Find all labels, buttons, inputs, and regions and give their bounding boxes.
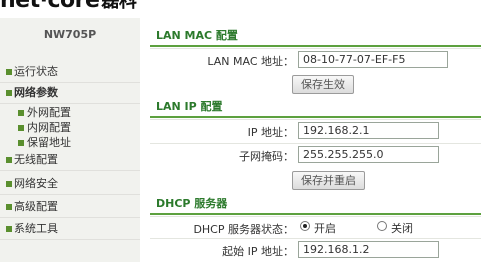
row-dhcp-status: DHCP 服务器状态： 开启 关闭 xyxy=(150,216,481,238)
sidebar-subitem-reserved[interactable]: 保留地址 xyxy=(18,136,71,150)
row-start-ip: 起始 IP 地址： 192.168.1.2 xyxy=(150,238,481,260)
grid-icon xyxy=(6,69,12,75)
model-name: NW705P xyxy=(43,28,97,41)
lan-mac-input[interactable]: 08-10-77-07-EF-F5 xyxy=(298,51,448,68)
dhcp-off-label: 关闭 xyxy=(391,222,413,235)
save-restart-button[interactable]: 保存并重启 xyxy=(292,171,365,190)
sidebar-item-label: 高级配置 xyxy=(14,200,58,213)
sidebar-item-label: 网络安全 xyxy=(14,177,58,190)
sidebar: NW705P 运行状态 网络参数 外网配置 内网配置 保留地址 无线配置 网络安… xyxy=(0,18,140,262)
sidebar-item-run-status[interactable]: 运行状态 xyxy=(0,62,140,83)
square-icon xyxy=(18,110,24,116)
save-apply-button[interactable]: 保存生效 xyxy=(292,75,354,94)
sidebar-item-label: 网络参数 xyxy=(14,86,58,99)
grid-icon xyxy=(6,181,12,187)
sidebar-subitem-label: 保留地址 xyxy=(27,136,71,149)
dhcp-on-radio[interactable] xyxy=(300,221,310,231)
sidebar-subitem-label: 外网配置 xyxy=(27,106,71,119)
square-icon xyxy=(18,125,24,131)
sidebar-item-label: 运行状态 xyxy=(14,65,58,78)
row-lan-mac: LAN MAC 地址： 08-10-77-07-EF-F5 xyxy=(150,48,481,70)
grid-icon xyxy=(6,204,12,210)
start-ip-label: 起始 IP 地址： xyxy=(222,245,294,258)
dhcp-status-label: DHCP 服务器状态： xyxy=(193,223,294,236)
section-divider xyxy=(150,213,481,215)
section-title-lan-mac: LAN MAC 配置 xyxy=(156,29,238,42)
dhcp-on-label: 开启 xyxy=(314,222,336,235)
sidebar-item-label: 系统工具 xyxy=(14,222,58,235)
grid-icon xyxy=(6,226,12,232)
sidebar-item-advanced[interactable]: 高级配置 xyxy=(0,197,140,218)
sidebar-item-label: 无线配置 xyxy=(14,153,58,166)
lan-mac-label: LAN MAC 地址： xyxy=(207,55,294,68)
brand-name: net·core xyxy=(0,0,100,13)
brand-name-cn: 磊科 xyxy=(101,0,137,12)
dhcp-off-radio[interactable] xyxy=(377,221,387,231)
section-title-dhcp: DHCP 服务器 xyxy=(156,197,228,210)
sidebar-item-network-params[interactable]: 网络参数 xyxy=(0,83,140,104)
start-ip-input[interactable]: 192.168.1.2 xyxy=(298,241,439,258)
sidebar-item-security[interactable]: 网络安全 xyxy=(0,174,140,195)
sidebar-item-wireless[interactable]: 无线配置 xyxy=(0,150,140,171)
ip-address-label: IP 地址： xyxy=(247,126,294,139)
sidebar-subitem-wan[interactable]: 外网配置 xyxy=(18,106,71,120)
sidebar-subitem-label: 内网配置 xyxy=(27,121,71,134)
brand-logo: net·core 磊科 xyxy=(0,0,137,13)
row-subnet-mask: 子网掩码： 255.255.255.0 xyxy=(150,143,481,165)
row-ip-address: IP 地址： 192.168.2.1 xyxy=(150,119,481,141)
sidebar-item-system-tools[interactable]: 系统工具 xyxy=(0,219,140,240)
grid-icon xyxy=(6,157,12,163)
ip-address-input[interactable]: 192.168.2.1 xyxy=(298,122,439,139)
subnet-mask-input[interactable]: 255.255.255.0 xyxy=(298,146,439,163)
section-divider xyxy=(150,45,481,47)
section-divider xyxy=(150,116,481,118)
square-icon xyxy=(18,140,24,146)
grid-icon xyxy=(6,90,12,96)
sidebar-subitem-lan[interactable]: 内网配置 xyxy=(18,121,71,135)
subnet-mask-label: 子网掩码： xyxy=(239,150,294,163)
section-title-lan-ip: LAN IP 配置 xyxy=(156,100,223,113)
